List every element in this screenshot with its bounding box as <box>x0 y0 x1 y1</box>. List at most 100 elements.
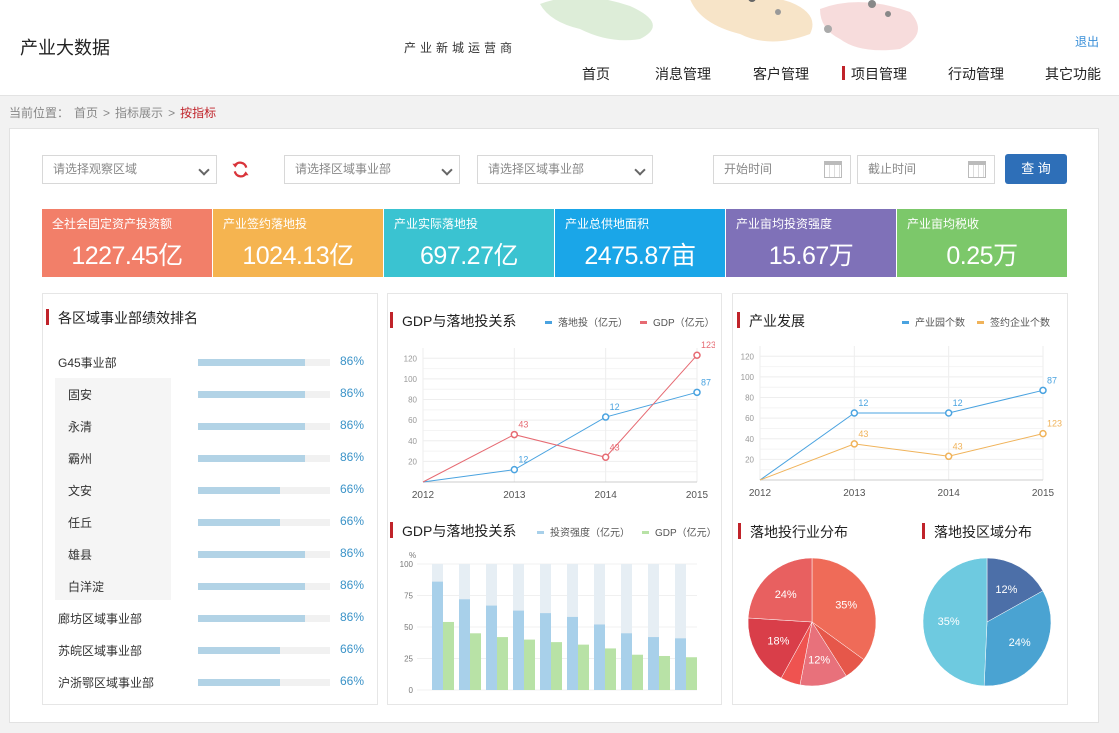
department-name: 苏皖区域事业部 <box>58 644 143 658</box>
ranking-row[interactable]: 文安 66% <box>42 477 372 503</box>
data-point <box>510 430 519 439</box>
ranking-row[interactable]: 苏皖区域事业部 66% <box>42 637 372 663</box>
kpi-value: 2475.87亩 <box>584 242 696 270</box>
nav-customer-management[interactable]: 客户管理 <box>753 64 809 84</box>
chevron-down-icon <box>441 164 453 176</box>
department-name: 沪浙鄂区域事业部 <box>58 676 155 690</box>
bar-investment <box>486 605 497 690</box>
bar-gdp <box>659 655 670 690</box>
y-tick-label: 40 <box>408 437 417 446</box>
slice-label: 24% <box>775 589 797 601</box>
department-name: 文安 <box>68 484 93 498</box>
progress-track <box>198 583 330 590</box>
region-department-select-2[interactable]: 请选择区域事业部 <box>477 155 653 184</box>
legend-label: 落地投（亿元） <box>558 318 628 329</box>
slice-label: 12% <box>995 584 1017 596</box>
bar-investment <box>675 638 686 690</box>
gdp-bar-legend: 投资强度（亿元） GDP（亿元） <box>537 524 729 539</box>
end-date-input[interactable]: 截止时间 <box>857 155 995 184</box>
y-tick-label: 120 <box>404 354 418 363</box>
dev-line-chart: 20 40 60 80 100 120 2012 2013 2014 2015 12 12 87 43 43… <box>741 346 1062 499</box>
bar-investment <box>648 637 659 690</box>
ranking-row[interactable]: 任丘 66% <box>42 509 372 535</box>
progress-track <box>198 551 330 558</box>
y-tick-label: 80 <box>408 396 417 405</box>
calendar-icon[interactable] <box>824 161 842 178</box>
data-label: 43 <box>610 442 620 452</box>
kpi-label: 产业亩均投资强度 <box>736 217 833 231</box>
nav-other-functions[interactable]: 其它功能 <box>1045 64 1101 84</box>
progress-track <box>198 455 330 462</box>
world-map-decoration <box>540 0 918 51</box>
kpi-signed-investment: 产业签约落地投 1024.13亿 <box>213 209 383 277</box>
ranking-row[interactable]: 永清 86% <box>42 413 372 439</box>
progress-bar <box>198 455 305 462</box>
observe-area-placeholder: 请选择观察区域 <box>53 162 138 176</box>
legend-label: GDP（亿元） <box>653 318 715 329</box>
gdp-line-legend: 落地投（亿元） GDP（亿元） <box>545 314 727 329</box>
region-department-select-1[interactable]: 请选择区域事业部 <box>284 155 460 184</box>
progress-bar <box>198 551 305 558</box>
bar-investment <box>513 610 524 690</box>
ranking-row[interactable]: 白洋淀 86% <box>42 573 372 599</box>
ranking-row[interactable]: G45事业部 86% <box>42 349 372 375</box>
nav-project-management[interactable]: 项目管理 <box>842 64 907 84</box>
progress-track <box>198 615 330 622</box>
nav-action-management[interactable]: 行动管理 <box>948 64 1004 84</box>
data-point <box>944 409 953 417</box>
breadcrumb-separator: > <box>168 106 176 120</box>
nav-home[interactable]: 首页 <box>582 64 610 84</box>
department-name: 永清 <box>68 420 93 434</box>
y-tick-label: 120 <box>741 352 755 361</box>
kpi-tax-per-mu: 产业亩均税收 0.25万 <box>897 209 1067 277</box>
observe-area-select[interactable]: 请选择观察区域 <box>42 155 217 184</box>
logout-link[interactable]: 退出 <box>1075 33 1099 50</box>
app-title: 产业大数据 <box>20 38 110 58</box>
x-tick-label: 2013 <box>843 488 866 499</box>
ranking-row[interactable]: 沪浙鄂区域事业部 66% <box>42 669 372 695</box>
bar-investment <box>459 599 470 690</box>
percentage-label: 86% <box>340 418 365 432</box>
ranking-row[interactable]: 雄县 86% <box>42 541 372 567</box>
bar-investment <box>567 616 578 690</box>
series-line <box>759 433 1044 481</box>
breadcrumb-home[interactable]: 首页 <box>74 106 98 120</box>
start-date-input[interactable]: 开始时间 <box>713 155 851 184</box>
kpi-investment-per-mu: 产业亩均投资强度 15.67万 <box>726 209 896 277</box>
industry-pie-chart: 35% 12% 18% 24% <box>747 557 877 687</box>
legend-swatch <box>642 530 649 534</box>
ranking-row[interactable]: 廊坊区域事业部 86% <box>42 605 372 631</box>
breadcrumb-indicator-display[interactable]: 指标展示 <box>115 106 163 120</box>
kpi-actual-investment: 产业实际落地投 697.27亿 <box>384 209 554 277</box>
percentage-label: 86% <box>340 450 365 464</box>
progress-bar <box>198 487 280 494</box>
ranking-row[interactable]: 固安 86% <box>42 381 372 407</box>
kpi-value: 1227.45亿 <box>71 242 183 270</box>
region-pie-title: 落地投区域分布 <box>922 523 1032 540</box>
percentage-label: 66% <box>340 642 365 656</box>
progress-bar <box>198 391 305 398</box>
data-point <box>1039 429 1047 438</box>
query-button[interactable]: 查 询 <box>1005 154 1067 184</box>
nav-message-management[interactable]: 消息管理 <box>655 64 711 84</box>
ranking-row[interactable]: 霸州 86% <box>42 445 372 471</box>
bar-gdp <box>605 648 616 690</box>
percentage-label: 86% <box>340 578 365 592</box>
progress-track <box>198 391 330 398</box>
kpi-value: 1024.13亿 <box>242 242 354 270</box>
percentage-label: 86% <box>340 354 365 368</box>
percentage-label: 66% <box>340 514 365 528</box>
data-label: 123 <box>701 340 715 350</box>
calendar-icon[interactable] <box>968 161 986 178</box>
bar-gdp <box>497 637 508 690</box>
data-label: 87 <box>1047 375 1057 385</box>
legend-label: 签约企业个数 <box>990 318 1050 329</box>
x-tick-label: 2015 <box>1032 488 1055 499</box>
progress-track <box>198 647 330 654</box>
percentage-label: 86% <box>340 386 365 400</box>
refresh-icon[interactable] <box>231 160 250 179</box>
gdp-line-title: GDP与落地投关系 <box>389 312 517 329</box>
x-tick-label: 2012 <box>412 490 435 501</box>
y-tick-label: 60 <box>408 416 417 425</box>
progress-track <box>198 679 330 686</box>
